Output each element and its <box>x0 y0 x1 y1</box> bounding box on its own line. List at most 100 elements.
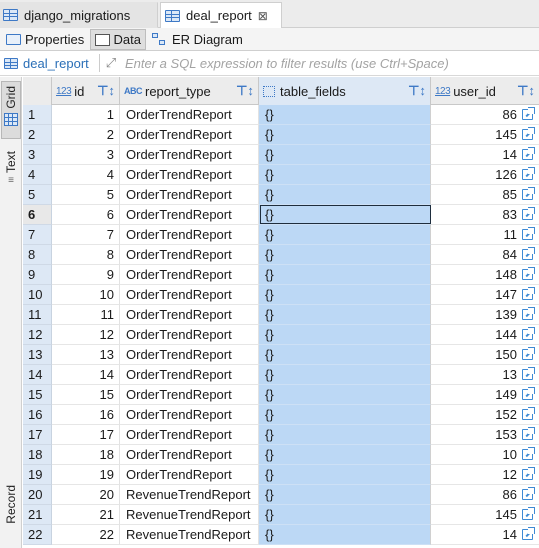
table-row[interactable]: 18 18 OrderTrendReport {} 10 <box>23 445 539 465</box>
cell-user-id[interactable]: 148 <box>431 265 539 285</box>
tab-data[interactable]: Data <box>90 29 146 50</box>
cell-user-id[interactable]: 150 <box>431 345 539 365</box>
cell-table-fields[interactable]: {} <box>259 185 431 205</box>
cell-id[interactable]: 7 <box>52 225 120 245</box>
cell-id[interactable]: 15 <box>52 385 120 405</box>
cell-id[interactable]: 20 <box>52 485 120 505</box>
open-reference-icon[interactable] <box>522 307 535 320</box>
cell-user-id[interactable]: 145 <box>431 125 539 145</box>
row-number[interactable]: 5 <box>23 185 52 205</box>
cell-table-fields[interactable]: {} <box>259 345 431 365</box>
sort-filter-icon[interactable]: ⊤↕ <box>96 83 116 99</box>
editor-tab-django-migrations[interactable]: django_migrations <box>0 2 158 28</box>
table-row[interactable]: 9 9 OrderTrendReport {} 148 <box>23 265 539 285</box>
table-row[interactable]: 4 4 OrderTrendReport {} 126 <box>23 165 539 185</box>
filter-input[interactable] <box>125 53 539 73</box>
row-number[interactable]: 10 <box>23 285 52 305</box>
cell-table-fields[interactable]: {} <box>259 425 431 445</box>
cell-user-id[interactable]: 12 <box>431 465 539 485</box>
cell-report-type[interactable]: OrderTrendReport <box>120 385 259 405</box>
cell-id[interactable]: 22 <box>52 525 120 545</box>
row-number[interactable]: 3 <box>23 145 52 165</box>
cell-id[interactable]: 13 <box>52 345 120 365</box>
cell-user-id[interactable]: 85 <box>431 185 539 205</box>
open-reference-icon[interactable] <box>522 147 535 160</box>
table-row[interactable]: 8 8 OrderTrendReport {} 84 <box>23 245 539 265</box>
cell-report-type[interactable]: OrderTrendReport <box>120 145 259 165</box>
row-number[interactable]: 19 <box>23 465 52 485</box>
open-reference-icon[interactable] <box>522 187 535 200</box>
cell-table-fields[interactable]: {} <box>259 325 431 345</box>
cell-report-type[interactable]: OrderTrendReport <box>120 445 259 465</box>
cell-table-fields[interactable]: {} <box>259 365 431 385</box>
open-reference-icon[interactable] <box>522 527 535 540</box>
cell-id[interactable]: 10 <box>52 285 120 305</box>
cell-id[interactable]: 11 <box>52 305 120 325</box>
active-table-link[interactable]: deal_report <box>0 56 96 71</box>
open-reference-icon[interactable] <box>522 167 535 180</box>
cell-report-type[interactable]: OrderTrendReport <box>120 205 259 225</box>
table-row[interactable]: 3 3 OrderTrendReport {} 14 <box>23 145 539 165</box>
table-row[interactable]: 16 16 OrderTrendReport {} 152 <box>23 405 539 425</box>
cell-table-fields[interactable]: {} <box>259 445 431 465</box>
cell-table-fields[interactable]: {} <box>259 145 431 165</box>
column-header-user-id[interactable]: 123 user_id ⊤↕ <box>431 77 539 105</box>
open-reference-icon[interactable] <box>522 247 535 260</box>
cell-report-type[interactable]: OrderTrendReport <box>120 405 259 425</box>
cell-user-id[interactable]: 149 <box>431 385 539 405</box>
cell-report-type[interactable]: OrderTrendReport <box>120 285 259 305</box>
cell-table-fields[interactable]: {} <box>259 165 431 185</box>
cell-user-id[interactable]: 14 <box>431 145 539 165</box>
sort-filter-icon[interactable]: ⊤↕ <box>516 83 536 99</box>
table-row[interactable]: 14 14 OrderTrendReport {} 13 <box>23 365 539 385</box>
cell-id[interactable]: 3 <box>52 145 120 165</box>
cell-table-fields[interactable]: {} <box>259 305 431 325</box>
cell-table-fields[interactable]: {} <box>259 125 431 145</box>
cell-report-type[interactable]: OrderTrendReport <box>120 465 259 485</box>
column-header-report-type[interactable]: ABC report_type ⊤↕ <box>120 77 259 105</box>
table-row[interactable]: 19 19 OrderTrendReport {} 12 <box>23 465 539 485</box>
open-reference-icon[interactable] <box>522 387 535 400</box>
cell-report-type[interactable]: RevenueTrendReport <box>120 505 259 525</box>
table-row[interactable]: 17 17 OrderTrendReport {} 153 <box>23 425 539 445</box>
cell-id[interactable]: 17 <box>52 425 120 445</box>
cell-table-fields[interactable]: {} <box>259 205 431 225</box>
cell-table-fields[interactable]: {} <box>259 225 431 245</box>
row-number-header[interactable] <box>23 77 52 105</box>
cell-id[interactable]: 9 <box>52 265 120 285</box>
row-number[interactable]: 14 <box>23 365 52 385</box>
row-number[interactable]: 9 <box>23 265 52 285</box>
row-number[interactable]: 8 <box>23 245 52 265</box>
cell-id[interactable]: 6 <box>52 205 120 225</box>
open-reference-icon[interactable] <box>522 327 535 340</box>
cell-user-id[interactable]: 83 <box>431 205 539 225</box>
cell-report-type[interactable]: OrderTrendReport <box>120 125 259 145</box>
cell-id[interactable]: 12 <box>52 325 120 345</box>
row-number[interactable]: 22 <box>23 525 52 545</box>
cell-report-type[interactable]: OrderTrendReport <box>120 105 259 125</box>
table-row[interactable]: 22 22 RevenueTrendReport {} 14 <box>23 525 539 545</box>
cell-table-fields[interactable]: {} <box>259 265 431 285</box>
row-number[interactable]: 21 <box>23 505 52 525</box>
side-tab-grid[interactable]: Grid <box>1 81 21 139</box>
row-number[interactable]: 11 <box>23 305 52 325</box>
table-row[interactable]: 7 7 OrderTrendReport {} 11 <box>23 225 539 245</box>
cell-table-fields[interactable]: {} <box>259 105 431 125</box>
cell-user-id[interactable]: 10 <box>431 445 539 465</box>
row-number[interactable]: 16 <box>23 405 52 425</box>
cell-id[interactable]: 2 <box>52 125 120 145</box>
column-header-id[interactable]: 123 id ⊤↕ <box>52 77 120 105</box>
cell-table-fields[interactable]: {} <box>259 485 431 505</box>
open-reference-icon[interactable] <box>522 107 535 120</box>
expand-filter-icon[interactable]: ⤢ <box>103 55 119 71</box>
column-header-table-fields[interactable]: table_fields ⊤↕ <box>259 77 431 105</box>
cell-report-type[interactable]: OrderTrendReport <box>120 245 259 265</box>
open-reference-icon[interactable] <box>522 427 535 440</box>
cell-table-fields[interactable]: {} <box>259 285 431 305</box>
row-number[interactable]: 4 <box>23 165 52 185</box>
open-reference-icon[interactable] <box>522 407 535 420</box>
cell-report-type[interactable]: OrderTrendReport <box>120 345 259 365</box>
cell-report-type[interactable]: OrderTrendReport <box>120 425 259 445</box>
cell-id[interactable]: 16 <box>52 405 120 425</box>
tab-er-diagram[interactable]: ER Diagram <box>148 29 248 50</box>
